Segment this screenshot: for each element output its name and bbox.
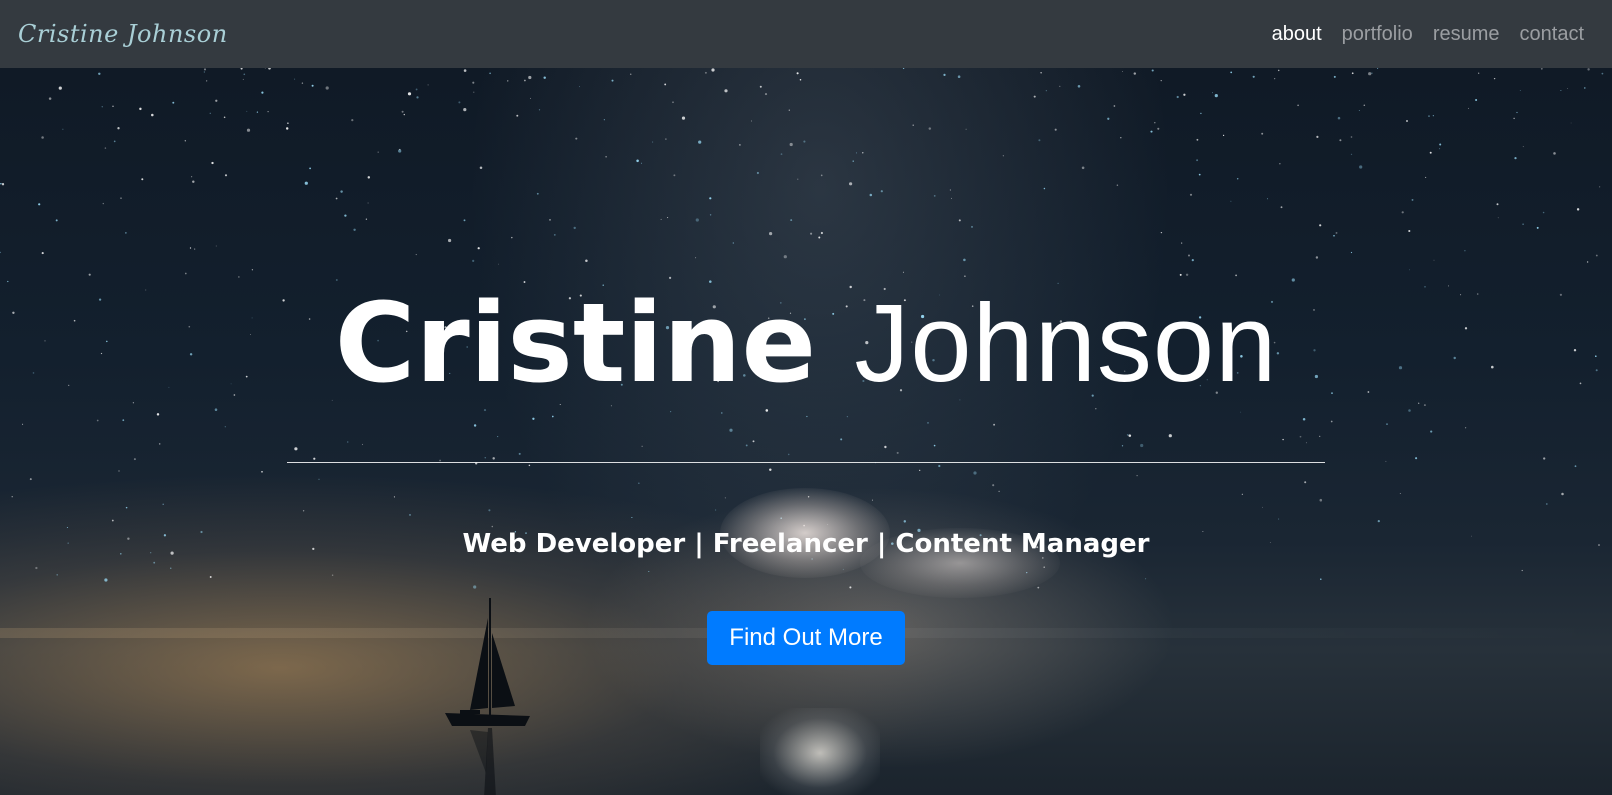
find-out-more-button[interactable]: Find Out More: [707, 611, 905, 665]
hero-title: Cristine Johnson: [335, 278, 1278, 409]
hero-last-name: Johnson: [854, 282, 1278, 405]
hero-tagline: Web Developer | Freelancer | Content Man…: [462, 529, 1150, 559]
nav-link-contact[interactable]: contact: [1520, 23, 1584, 46]
brand-logo[interactable]: Cristine Johnson: [18, 20, 228, 48]
hero-section: Cristine Johnson Web Developer | Freelan…: [0, 68, 1612, 795]
nav-link-resume[interactable]: resume: [1433, 23, 1500, 46]
navbar: Cristine Johnson about portfolio resume …: [0, 0, 1612, 68]
hero-first-name: Cristine: [334, 279, 817, 407]
hero-divider: [287, 462, 1325, 463]
nav-links: about portfolio resume contact: [1272, 23, 1584, 46]
nav-link-portfolio[interactable]: portfolio: [1342, 23, 1413, 46]
nav-link-about[interactable]: about: [1272, 23, 1322, 46]
hero-content: Cristine Johnson Web Developer | Freelan…: [0, 68, 1612, 795]
